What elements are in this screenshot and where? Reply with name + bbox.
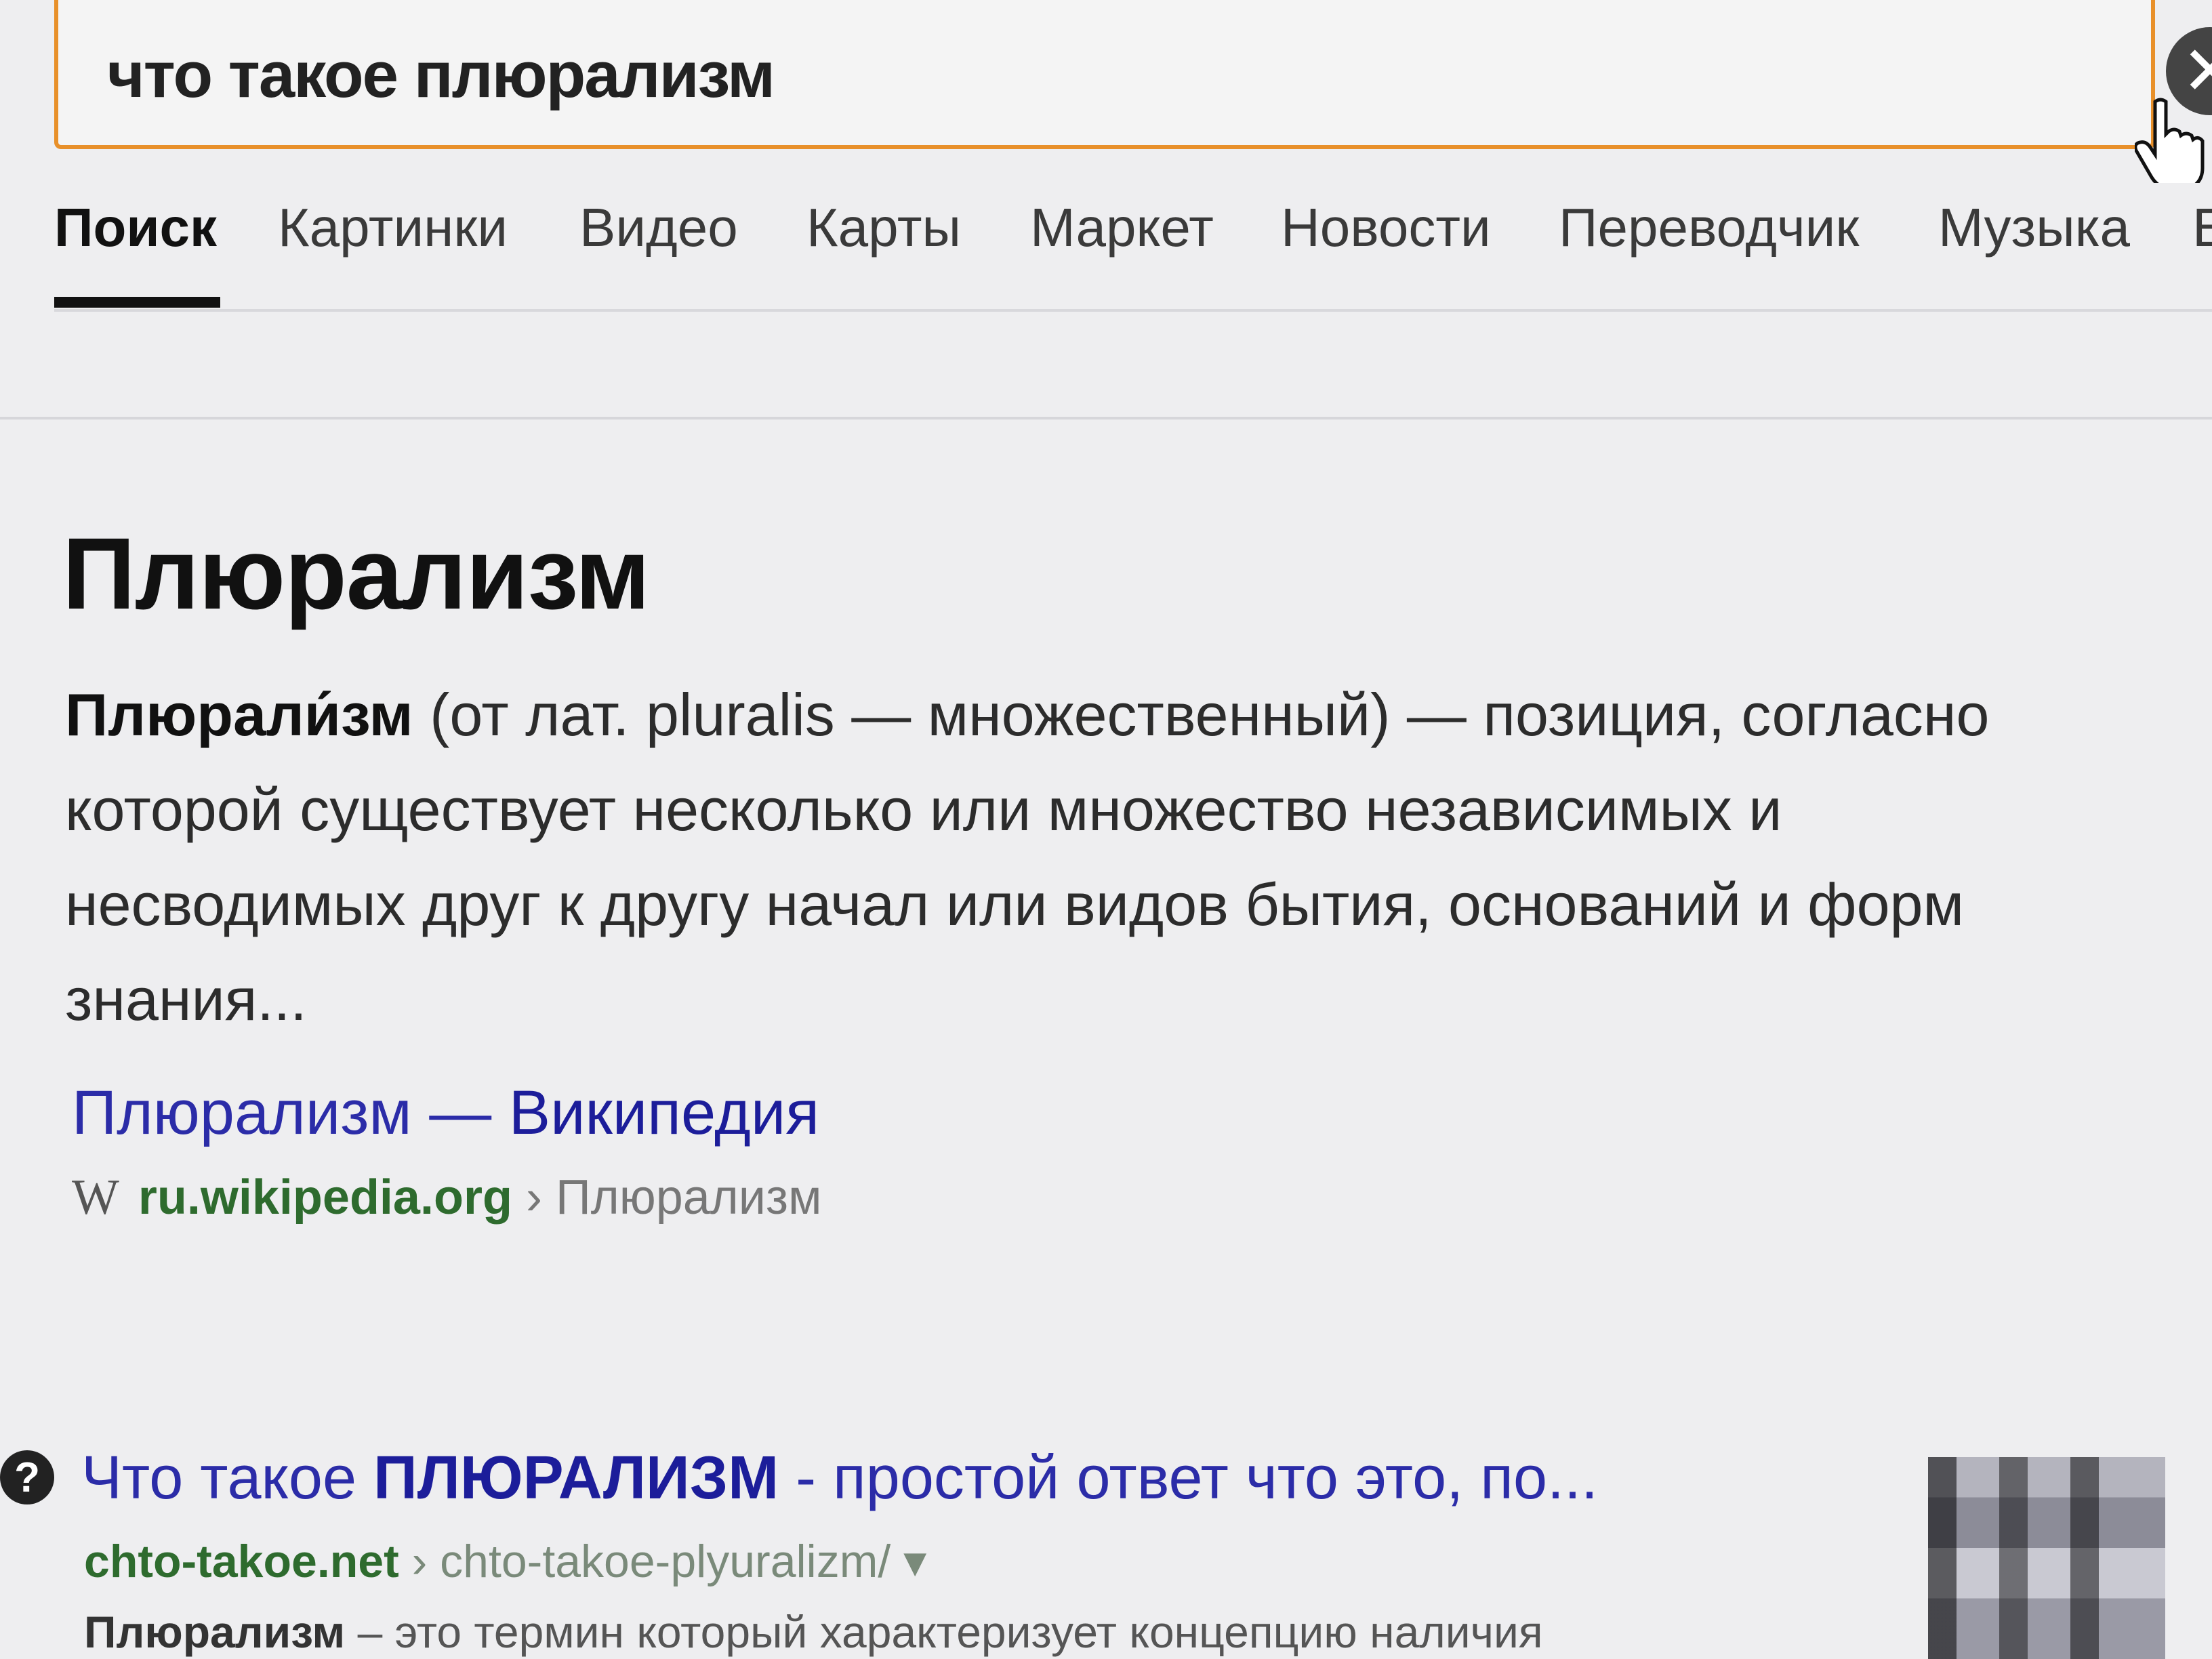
- tab-video[interactable]: Видео: [579, 197, 738, 259]
- tab-market[interactable]: Маркет: [1030, 197, 1214, 259]
- knowledge-card-text: Плюрали́зм (от лат. pluralis — множестве…: [65, 668, 2098, 1047]
- active-tab-indicator: [54, 297, 220, 308]
- source-breadcrumb: › Плюрализм: [512, 1170, 822, 1225]
- knowledge-card-title: Плюрализм: [62, 516, 651, 630]
- wikipedia-link[interactable]: Плюрализм — Википедия: [72, 1078, 819, 1149]
- search-input[interactable]: [106, 30, 2006, 120]
- source-line: Wru.wikipedia.org › Плюрализм: [72, 1169, 822, 1227]
- hand-cursor-icon: [2135, 98, 2205, 183]
- result-title-link[interactable]: Что такое ПЛЮРАЛИЗМ - простой ответ что …: [81, 1443, 1598, 1513]
- tab-search[interactable]: Поиск: [54, 197, 217, 259]
- tab-translator[interactable]: Переводчик: [1559, 197, 1859, 259]
- result-url[interactable]: chto-takoe.net › chto-takoe-plyuralizm/ …: [84, 1535, 926, 1589]
- result-thumbnail[interactable]: [1928, 1457, 2165, 1659]
- search-tabs: Поиск Картинки Видео Карты Маркет Новост…: [54, 183, 2212, 312]
- question-icon: ?: [0, 1450, 54, 1504]
- tab-news[interactable]: Новости: [1281, 197, 1491, 259]
- card-term: Плюрали́зм: [65, 681, 413, 748]
- search-box[interactable]: ✕: [54, 0, 2212, 149]
- tab-maps[interactable]: Карты: [806, 197, 961, 259]
- divider: [0, 417, 2212, 419]
- tab-images[interactable]: Картинки: [278, 197, 508, 259]
- tab-music[interactable]: Музыка: [1938, 197, 2130, 259]
- tab-more[interactable]: Е: [2192, 197, 2212, 259]
- result-snippet: Плюрализм – это термин который характери…: [84, 1607, 1543, 1657]
- source-domain[interactable]: ru.wikipedia.org: [138, 1170, 512, 1225]
- wikipedia-icon: W: [72, 1170, 119, 1225]
